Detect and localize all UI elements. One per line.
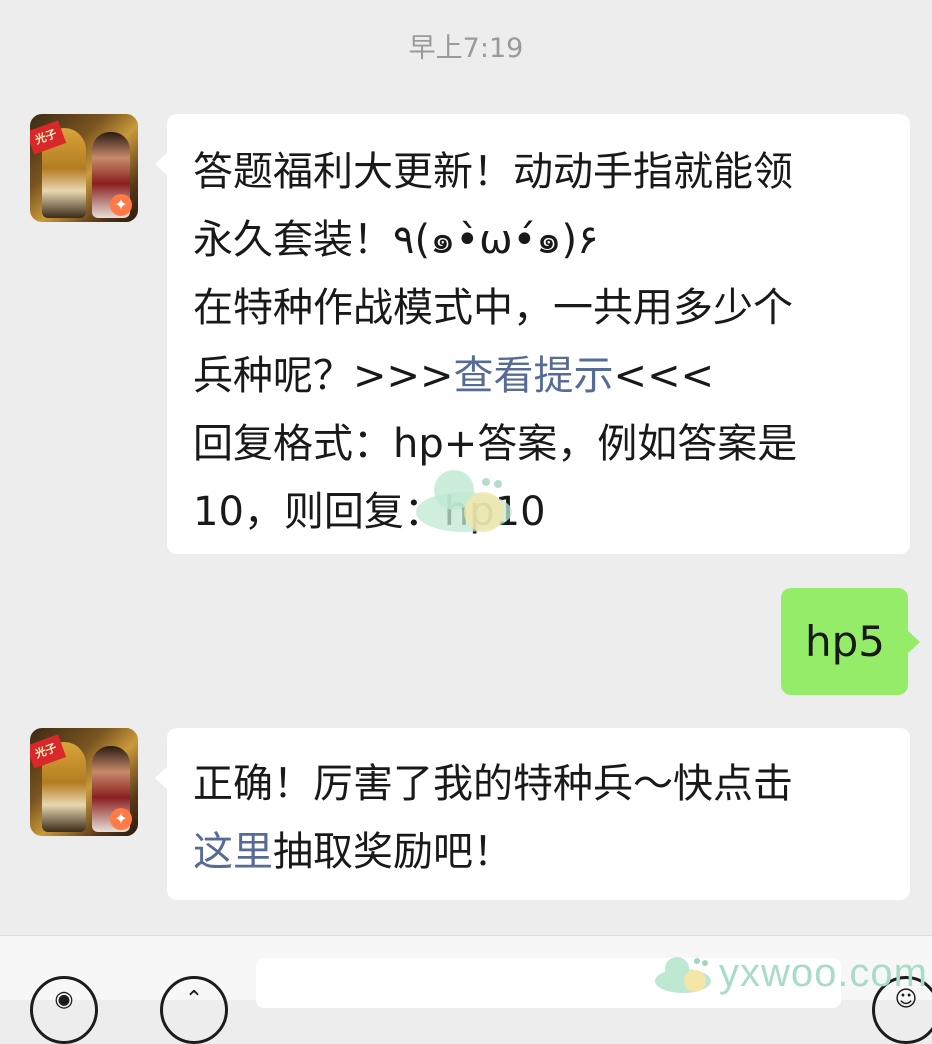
message-line: 正确！厉害了我的特种兵～快点击: [193, 750, 884, 818]
message-text: 正确！厉害了我的特种兵～快点击: [193, 761, 793, 807]
avatar-game-account[interactable]: 光子 ✦: [30, 114, 138, 222]
click-here-link[interactable]: 这里: [193, 829, 273, 875]
watermark-logo-icon: [654, 957, 711, 993]
message-bubble-reply[interactable]: hp5: [781, 588, 920, 695]
message-text: 在特种作战模式中，一共用多少个: [193, 285, 793, 331]
avatar-star-icon: ✦: [110, 808, 132, 830]
message-text: 回复格式：hp+答案，例如答案是: [193, 421, 798, 467]
message-text: 永久套装！٩(๑•̀ω•́๑)۶: [193, 217, 599, 263]
message-line: 永久套装！٩(๑•̀ω•́๑)۶: [193, 206, 884, 274]
message-text: hp5: [805, 617, 886, 666]
message-bubble-question[interactable]: 答题福利大更新！动动手指就能领 永久套装！٩(๑•̀ω•́๑)۶ 在特种作战模式…: [155, 114, 910, 554]
avatar-star-icon: ✦: [110, 194, 132, 216]
message-line: 这里抽取奖励吧！: [193, 818, 884, 886]
chevron-up-icon: ⌃: [184, 987, 204, 1012]
message-text: 答题福利大更新！动动手指就能领: [193, 149, 793, 195]
keyboard-menu-button[interactable]: ⌃: [160, 976, 228, 1044]
message-text: 兵种呢？>>>: [193, 353, 454, 399]
message-line: 答题福利大更新！动动手指就能领: [193, 138, 884, 206]
message-line: 兵种呢？>>>查看提示<<<: [193, 342, 884, 410]
site-watermark: yxwoo.com: [653, 950, 928, 996]
watermark-text: yxwoo.com: [718, 950, 928, 995]
message-bubble-correct[interactable]: 正确！厉害了我的特种兵～快点击 这里抽取奖励吧！: [155, 728, 910, 900]
message-line: 10，则回复：hp10: [193, 478, 884, 546]
voice-toggle-button[interactable]: ◉: [30, 976, 98, 1044]
watermark-mascot-icon: [416, 470, 512, 532]
message-text: <<<: [613, 353, 715, 399]
timestamp: 早上7:19: [408, 33, 524, 64]
voice-icon: ◉: [54, 987, 74, 1012]
message-line: 回复格式：hp+答案，例如答案是: [193, 410, 884, 478]
message-line: 在特种作战模式中，一共用多少个: [193, 274, 884, 342]
avatar-game-account[interactable]: 光子 ✦: [30, 728, 138, 836]
message-text: 抽取奖励吧！: [273, 829, 513, 875]
view-hint-link[interactable]: 查看提示: [454, 353, 614, 399]
